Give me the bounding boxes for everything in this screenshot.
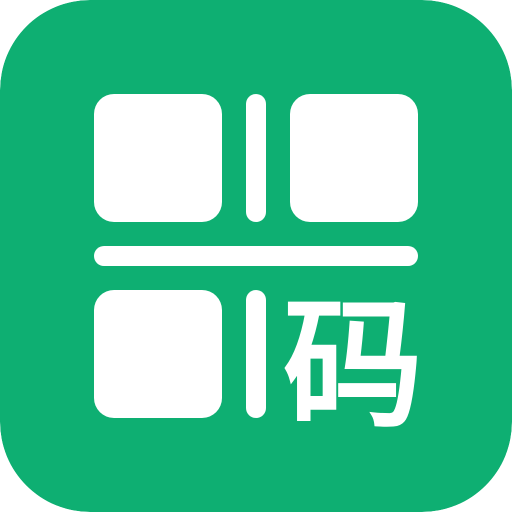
icon-glyph-label: 码 [283, 285, 423, 448]
qr-code-icon: 码 [0, 0, 512, 512]
qr-square-bottom-left [94, 290, 222, 418]
qr-square-top-left [94, 94, 222, 222]
divider-horizontal [94, 246, 418, 266]
qr-square-top-right [290, 94, 418, 222]
divider-vertical-top [246, 94, 266, 222]
app-icon[interactable]: 码 [0, 0, 512, 512]
divider-vertical-bottom [246, 290, 266, 418]
